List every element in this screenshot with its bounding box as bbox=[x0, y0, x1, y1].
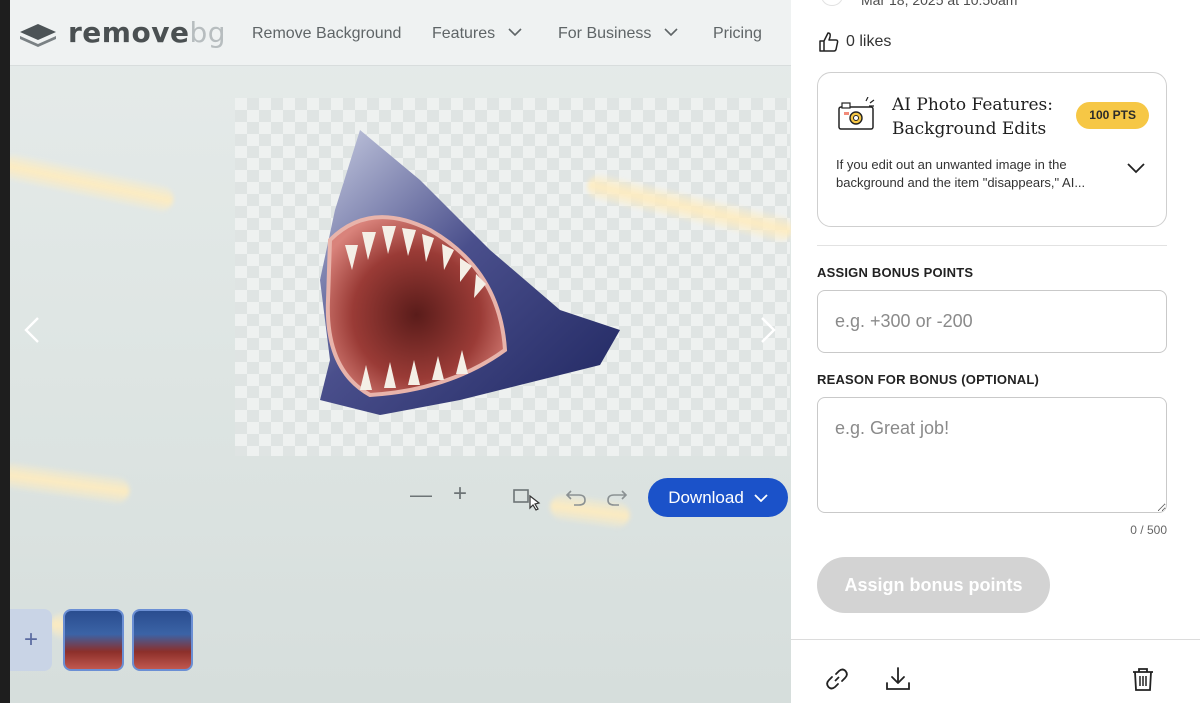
submission-photo: removebg Remove Background Features For … bbox=[10, 0, 791, 703]
task-description: If you edit out an unwanted image in the… bbox=[836, 157, 1086, 190]
bonus-reason-label: REASON FOR BONUS (OPTIONAL) bbox=[817, 372, 1040, 387]
logo-icon bbox=[20, 24, 56, 47]
task-card: AI Photo Features: Background Edits 100 … bbox=[817, 72, 1167, 227]
logo-main: remove bbox=[68, 16, 190, 49]
previous-photo-button[interactable] bbox=[14, 312, 50, 348]
photo-viewer: removebg Remove Background Features For … bbox=[0, 0, 791, 703]
logo-wordmark: removebg bbox=[68, 16, 226, 49]
light-reflection bbox=[10, 461, 132, 505]
avatar bbox=[821, 0, 843, 6]
likes-row[interactable]: 0 likes bbox=[818, 31, 891, 53]
site-nav-label: For Business bbox=[558, 25, 652, 42]
zoom-in-icon: + bbox=[453, 480, 468, 507]
download-label: Download bbox=[668, 487, 744, 507]
thumbnail bbox=[63, 609, 124, 671]
task-title: AI Photo Features: Background Edits bbox=[892, 95, 1053, 139]
character-count: 0 / 500 bbox=[1130, 523, 1167, 537]
logo-accent: bg bbox=[189, 16, 226, 49]
chevron-down-icon bbox=[664, 28, 678, 36]
site-nav-remove-background: Remove Background bbox=[252, 25, 401, 43]
redo-icon bbox=[607, 490, 628, 506]
points-badge: 100 PTS bbox=[1076, 102, 1149, 129]
site-nav-pricing: Pricing bbox=[713, 25, 762, 43]
site-nav-label: Pricing bbox=[713, 25, 762, 42]
divider bbox=[817, 245, 1167, 246]
likes-count: 0 likes bbox=[846, 33, 892, 50]
site-nav-features: Features bbox=[432, 25, 522, 43]
compare-icon bbox=[513, 489, 541, 511]
assign-bonus-button[interactable]: Assign bonus points bbox=[817, 557, 1050, 613]
posted-timestamp: Mar 18, 2025 at 10:50am bbox=[861, 0, 1018, 8]
thumbnail bbox=[132, 609, 193, 671]
site-nav-label: Remove Background bbox=[252, 25, 402, 42]
zoom-out-icon: — bbox=[410, 482, 432, 507]
submission-details-panel: Mar 18, 2025 at 10:50am 0 likes AI Photo… bbox=[791, 0, 1200, 703]
website-header: removebg Remove Background Features For … bbox=[10, 0, 791, 66]
link-icon[interactable] bbox=[824, 666, 850, 692]
site-download-button: Download bbox=[648, 478, 788, 517]
site-nav-label: Features bbox=[432, 25, 496, 42]
chevron-down-icon bbox=[508, 28, 522, 36]
add-image-tile: + bbox=[10, 609, 52, 671]
chevron-right-icon bbox=[761, 317, 776, 343]
light-reflection bbox=[10, 152, 176, 214]
site-nav-for-business: For Business bbox=[558, 25, 678, 43]
trash-icon[interactable] bbox=[1130, 666, 1156, 692]
bonus-points-label: ASSIGN BONUS POINTS bbox=[817, 265, 974, 280]
chevron-down-icon bbox=[754, 493, 768, 502]
shark-cutout-image bbox=[320, 130, 620, 415]
chevron-left-icon bbox=[24, 317, 39, 343]
camera-icon bbox=[838, 97, 875, 130]
chevron-down-icon[interactable] bbox=[1126, 161, 1146, 175]
thumbs-up-icon[interactable] bbox=[818, 31, 840, 53]
undo-icon bbox=[565, 490, 586, 506]
action-bar bbox=[791, 639, 1200, 703]
bonus-points-input[interactable] bbox=[817, 290, 1167, 353]
bonus-reason-textarea[interactable] bbox=[817, 397, 1167, 513]
next-photo-button[interactable] bbox=[750, 312, 786, 348]
download-icon[interactable] bbox=[885, 666, 911, 692]
